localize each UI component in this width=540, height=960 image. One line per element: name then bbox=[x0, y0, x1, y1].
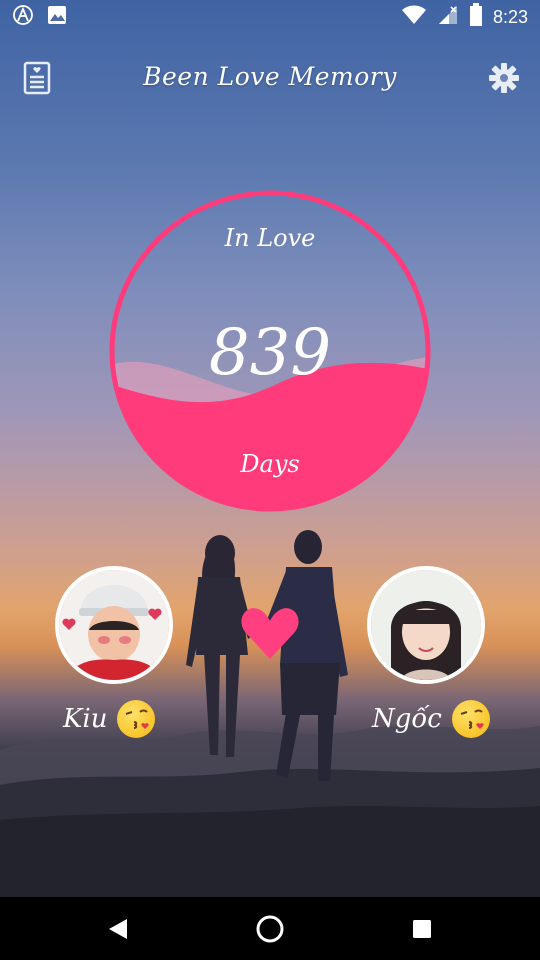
day-count: 839 bbox=[208, 316, 332, 390]
heart-icon[interactable] bbox=[240, 605, 300, 661]
left-person-name[interactable]: Kiu bbox=[63, 700, 156, 738]
days-label: Days bbox=[240, 450, 300, 478]
app-bar: Been Love Memory bbox=[0, 52, 540, 108]
app-notification-icon bbox=[12, 4, 34, 30]
gear-icon[interactable] bbox=[484, 58, 524, 98]
kissing-face-emoji-left bbox=[117, 700, 156, 738]
home-icon[interactable] bbox=[252, 911, 288, 947]
navigation-bar bbox=[0, 897, 540, 960]
in-love-label: In Love bbox=[224, 224, 316, 252]
left-name-label: Kiu bbox=[63, 704, 108, 734]
image-notification-icon bbox=[46, 4, 68, 30]
avatar-right[interactable] bbox=[367, 566, 485, 684]
status-bar: 8:23 bbox=[0, 0, 540, 34]
love-day-counter[interactable]: In Love 839 Days bbox=[107, 188, 433, 514]
battery-icon bbox=[469, 3, 483, 31]
kissing-face-emoji-right bbox=[451, 700, 490, 738]
wifi-icon bbox=[401, 5, 427, 29]
right-name-label: Ngốc bbox=[372, 704, 442, 734]
recents-icon[interactable] bbox=[404, 911, 440, 947]
right-person-name[interactable]: Ngốc bbox=[372, 700, 490, 738]
app-title: Been Love Memory bbox=[143, 62, 397, 91]
signal-icon bbox=[437, 4, 459, 30]
avatar-left[interactable] bbox=[55, 566, 173, 684]
status-clock: 8:23 bbox=[492, 6, 528, 27]
back-icon[interactable] bbox=[100, 911, 136, 947]
